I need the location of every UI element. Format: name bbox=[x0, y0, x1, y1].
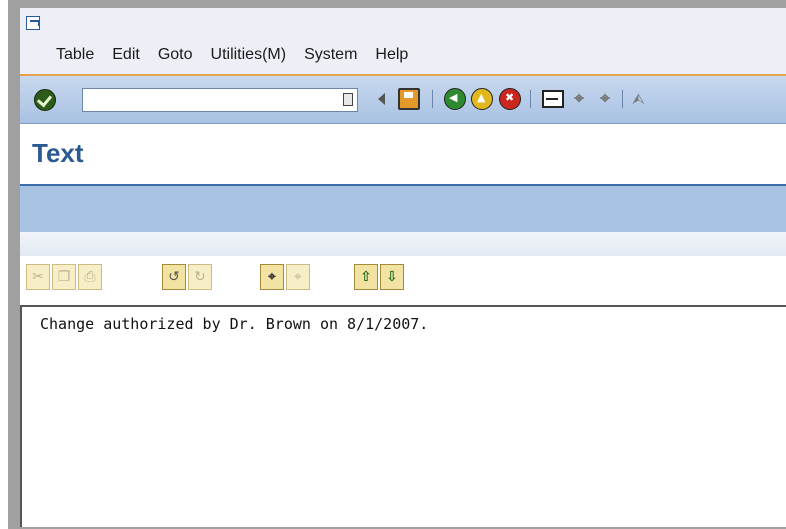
find-next-icon[interactable]: ⌖ bbox=[286, 264, 310, 290]
page-title: Text bbox=[32, 138, 84, 168]
toolbar-separator bbox=[622, 90, 623, 108]
command-history-icon[interactable] bbox=[343, 93, 353, 106]
enter-icon[interactable] bbox=[34, 89, 56, 111]
back-icon[interactable] bbox=[444, 88, 466, 110]
standard-toolbar: ⌖ ⌖ ⮙ bbox=[20, 76, 786, 124]
editor-toolbar: ✂ ❐ ⎙ ↺ ↻ ⌖ ⌖ ⇧ ⇩ bbox=[20, 256, 786, 300]
editor-content[interactable]: Change authorized by Dr. Brown on 8/1/20… bbox=[40, 315, 428, 333]
cancel-icon[interactable] bbox=[499, 88, 521, 110]
collapse-arrow-icon[interactable] bbox=[378, 93, 385, 105]
exit-icon[interactable] bbox=[471, 88, 493, 110]
redo-icon[interactable]: ↻ bbox=[188, 264, 212, 290]
menu-utilities[interactable]: Utilities(M) bbox=[211, 46, 287, 64]
application-toolbar bbox=[20, 186, 786, 232]
find-next-icon[interactable]: ⌖ bbox=[594, 88, 616, 110]
download-icon[interactable]: ⇩ bbox=[380, 264, 404, 290]
menu-system[interactable]: System bbox=[304, 46, 357, 64]
menu-bar: Table Edit Goto Utilities(M) System Help bbox=[20, 8, 786, 76]
menu-help[interactable]: Help bbox=[375, 46, 408, 64]
copy-icon[interactable]: ❐ bbox=[52, 264, 76, 290]
title-bar: Text bbox=[20, 124, 786, 186]
menu-items: Table Edit Goto Utilities(M) System Help bbox=[56, 46, 426, 64]
menu-edit[interactable]: Edit bbox=[112, 46, 140, 64]
toolbar-spacer bbox=[20, 232, 786, 256]
upload-icon[interactable]: ⇧ bbox=[354, 264, 378, 290]
command-field[interactable] bbox=[82, 88, 358, 112]
sap-window: Table Edit Goto Utilities(M) System Help… bbox=[20, 8, 786, 527]
toolbar-separator bbox=[530, 90, 531, 108]
find-icon[interactable]: ⌖ bbox=[568, 88, 590, 110]
first-page-icon[interactable]: ⮙ bbox=[632, 88, 654, 110]
print-icon[interactable] bbox=[542, 90, 564, 108]
paste-icon[interactable]: ⎙ bbox=[78, 264, 102, 290]
cut-icon[interactable]: ✂ bbox=[26, 264, 50, 290]
menu-table[interactable]: Table bbox=[56, 46, 94, 64]
system-menu-icon[interactable] bbox=[26, 16, 40, 30]
menu-goto[interactable]: Goto bbox=[158, 46, 193, 64]
find-icon[interactable]: ⌖ bbox=[260, 264, 284, 290]
save-icon[interactable] bbox=[398, 88, 420, 110]
undo-icon[interactable]: ↺ bbox=[162, 264, 186, 290]
text-editor[interactable]: Change authorized by Dr. Brown on 8/1/20… bbox=[20, 305, 786, 527]
window-frame: Table Edit Goto Utilities(M) System Help… bbox=[8, 0, 786, 529]
toolbar-separator bbox=[432, 90, 433, 108]
